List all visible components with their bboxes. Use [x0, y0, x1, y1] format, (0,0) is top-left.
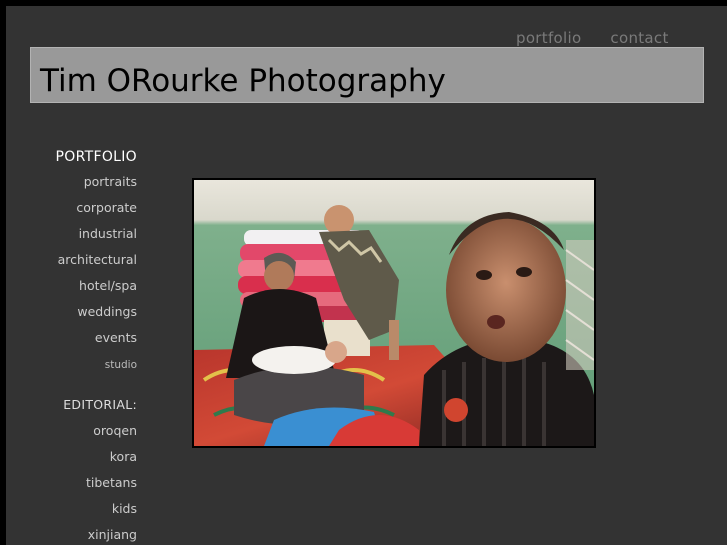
menu-item-kids: kids — [6, 495, 137, 521]
editorial-heading: EDITORIAL: — [63, 397, 137, 412]
menu-link[interactable]: kids — [112, 501, 137, 516]
nav-link-contact[interactable]: contact — [610, 29, 668, 47]
menu-link[interactable]: studio — [105, 359, 137, 371]
menu-item-studio: studio — [6, 350, 137, 376]
header-banner: Tim ORourke Photography — [30, 47, 704, 103]
menu-link[interactable]: corporate — [76, 200, 137, 215]
portfolio-menu: portraits corporate industrial architect… — [6, 168, 137, 376]
menu-link[interactable]: industrial — [79, 226, 137, 241]
menu-item-oroqen: oroqen — [6, 417, 137, 443]
menu-item-hotel-spa: hotel/spa — [6, 272, 137, 298]
menu-link[interactable]: xinjiang — [88, 527, 137, 542]
menu-link[interactable]: kora — [110, 449, 137, 464]
nav-link-portfolio[interactable]: portfolio — [516, 29, 581, 47]
menu-item-tibetans: tibetans — [6, 469, 137, 495]
page-frame: portfolio contact Tim ORourke Photograph… — [6, 6, 727, 545]
menu-link[interactable]: oroqen — [93, 423, 137, 438]
menu-link[interactable]: events — [95, 330, 137, 345]
menu-item-xinjiang: xinjiang — [6, 521, 137, 545]
featured-photo-frame — [192, 178, 596, 448]
editorial-menu: oroqen kora tibetans kids xinjiang — [6, 417, 137, 545]
menu-item-architectural: architectural — [6, 246, 137, 272]
sidebar: PORTFOLIO portraits corporate industrial… — [6, 148, 137, 545]
menu-item-weddings: weddings — [6, 298, 137, 324]
site-title: Tim ORourke Photography — [40, 63, 446, 99]
menu-item-corporate: corporate — [6, 194, 137, 220]
menu-link[interactable]: hotel/spa — [79, 278, 137, 293]
top-nav: portfolio contact — [516, 29, 669, 47]
menu-item-events: events — [6, 324, 137, 350]
menu-link[interactable]: tibetans — [86, 475, 137, 490]
menu-item-portraits: portraits — [6, 168, 137, 194]
featured-photo[interactable] — [194, 180, 594, 446]
menu-link[interactable]: architectural — [58, 252, 137, 267]
menu-item-kora: kora — [6, 443, 137, 469]
menu-link[interactable]: portraits — [84, 174, 137, 189]
menu-link[interactable]: weddings — [77, 304, 137, 319]
portfolio-heading: PORTFOLIO — [55, 149, 137, 165]
menu-item-industrial: industrial — [6, 220, 137, 246]
